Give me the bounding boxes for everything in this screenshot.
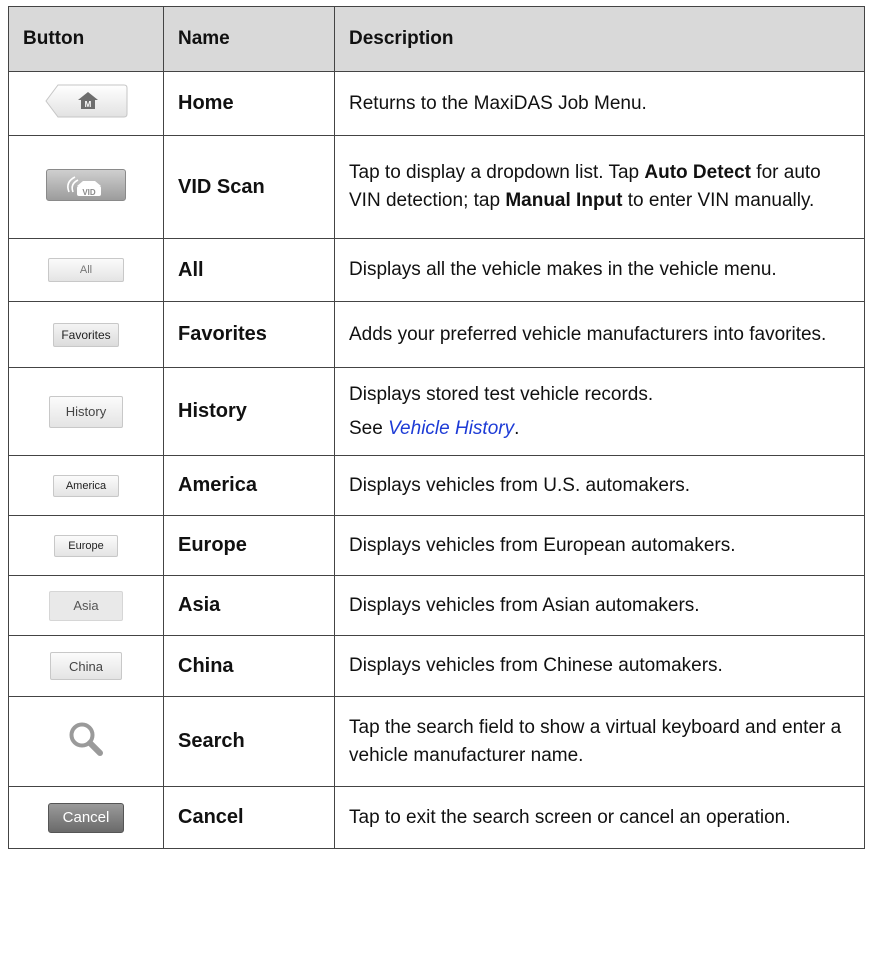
emphasis-text: Auto Detect xyxy=(644,162,752,183)
desc-line: Tap to exit the search screen or cancel … xyxy=(349,807,790,828)
table-row: Favorites Favorites Adds your preferred … xyxy=(8,301,865,368)
button-reference-table: Button Name Description M Home Returns t… xyxy=(8,6,865,849)
row-desc: Displays vehicles from Asian automakers. xyxy=(334,575,865,636)
desc-line: Returns to the MaxiDAS Job Menu. xyxy=(349,93,647,114)
all-thumb-button[interactable]: All xyxy=(48,258,124,282)
desc-line: Displays vehicles from Asian automakers. xyxy=(349,595,700,616)
row-name: All xyxy=(163,238,335,302)
emphasis-text: Manual Input xyxy=(505,190,623,211)
table-row: Search Tap the search field to show a vi… xyxy=(8,696,865,787)
table-row: Europe Europe Displays vehicles from Eur… xyxy=(8,515,865,576)
favorites-thumb-button[interactable]: Favorites xyxy=(53,322,119,347)
table-row: All All Displays all the vehicle makes i… xyxy=(8,238,865,302)
cross-reference-link[interactable]: Vehicle History xyxy=(388,418,514,439)
table-row: VID VID Scan Tap to display a dropdown l… xyxy=(8,135,865,239)
table-row: America America Displays vehicles from U… xyxy=(8,455,865,516)
row-name: History xyxy=(163,367,335,456)
row-name: Favorites xyxy=(163,301,335,368)
desc-text: Displays all the vehicle makes in the ve… xyxy=(349,259,777,280)
desc-line: Tap the search field to show a virtual k… xyxy=(349,717,841,766)
row-desc: Tap to exit the search screen or cancel … xyxy=(334,786,865,849)
america-thumb-button[interactable]: America xyxy=(53,474,119,497)
row-desc: Displays vehicles from Chinese automaker… xyxy=(334,635,865,697)
svg-text:M: M xyxy=(85,100,92,109)
row-name: Asia xyxy=(163,575,335,636)
table-row: M Home Returns to the MaxiDAS Job Menu. xyxy=(8,71,865,136)
row-desc: Displays vehicles from European automake… xyxy=(334,515,865,576)
header-description: Description xyxy=(334,6,865,72)
search-icon[interactable] xyxy=(66,719,106,759)
desc-line: Tap to display a dropdown list. Tap Auto… xyxy=(349,162,821,211)
desc-text: Displays vehicles from Chinese automaker… xyxy=(349,655,723,676)
table-row: Cancel Cancel Tap to exit the search scr… xyxy=(8,786,865,849)
row-name: Search xyxy=(163,696,335,787)
row-desc: Tap to display a dropdown list. Tap Auto… xyxy=(334,135,865,239)
table-row: History History Displays stored test veh… xyxy=(8,367,865,456)
row-desc: Returns to the MaxiDAS Job Menu. xyxy=(334,71,865,136)
desc-line: Displays vehicles from Chinese automaker… xyxy=(349,655,723,676)
desc-text: Adds your preferred vehicle manufacturer… xyxy=(349,323,827,345)
desc-text: Tap to exit the search screen or cancel … xyxy=(349,806,791,828)
row-desc: Displays all the vehicle makes in the ve… xyxy=(334,238,865,302)
china-thumb-button[interactable]: China xyxy=(50,652,122,680)
header-name: Name xyxy=(163,6,335,72)
row-name: China xyxy=(163,635,335,697)
table-row: China China Displays vehicles from Chine… xyxy=(8,635,865,697)
desc-text: to enter VIN manually. xyxy=(622,190,815,211)
desc-text: Returns to the MaxiDAS Job Menu. xyxy=(349,92,647,114)
table-row: Asia Asia Displays vehicles from Asian a… xyxy=(8,575,865,636)
home-icon[interactable]: M xyxy=(44,83,128,119)
row-name: Cancel xyxy=(163,786,335,849)
desc-line: Adds your preferred vehicle manufacturer… xyxy=(349,324,826,345)
row-desc: Tap the search field to show a virtual k… xyxy=(334,696,865,787)
desc-text: . xyxy=(514,417,520,439)
row-name: Home xyxy=(163,71,335,136)
row-desc: Displays stored test vehicle records. See… xyxy=(334,367,865,456)
svg-text:VID: VID xyxy=(82,188,96,197)
desc-text: Tap the search field to show a virtual k… xyxy=(349,716,842,766)
desc-line: Displays all the vehicle makes in the ve… xyxy=(349,259,777,280)
desc-text: See xyxy=(349,417,389,439)
desc-text: Displays vehicles from Asian automakers. xyxy=(349,594,700,616)
desc-text: Displays vehicles from European automake… xyxy=(349,534,736,556)
desc-text: Tap to display a dropdown list. Tap xyxy=(349,162,645,183)
row-desc: Adds your preferred vehicle manufacturer… xyxy=(334,301,865,368)
row-name: Europe xyxy=(163,515,335,576)
desc-line: Displays vehicles from European automake… xyxy=(349,535,736,556)
desc-line: See Vehicle History. xyxy=(349,415,850,443)
cancel-thumb-button[interactable]: Cancel xyxy=(48,802,124,833)
row-name: VID Scan xyxy=(163,135,335,239)
row-name: America xyxy=(163,455,335,516)
table-header-row: Button Name Description xyxy=(8,6,865,72)
desc-text: Displays stored test vehicle records. xyxy=(349,383,654,405)
history-thumb-button[interactable]: History xyxy=(49,395,123,428)
desc-line: Displays stored test vehicle records. xyxy=(349,384,653,405)
desc-text: Displays vehicles from U.S. automakers. xyxy=(349,474,691,496)
desc-line: Displays vehicles from U.S. automakers. xyxy=(349,475,690,496)
europe-thumb-button[interactable]: Europe xyxy=(54,534,118,557)
vid-scan-icon[interactable]: VID xyxy=(46,168,126,201)
asia-thumb-button[interactable]: Asia xyxy=(49,590,123,621)
header-button: Button xyxy=(8,6,164,72)
row-desc: Displays vehicles from U.S. automakers. xyxy=(334,455,865,516)
